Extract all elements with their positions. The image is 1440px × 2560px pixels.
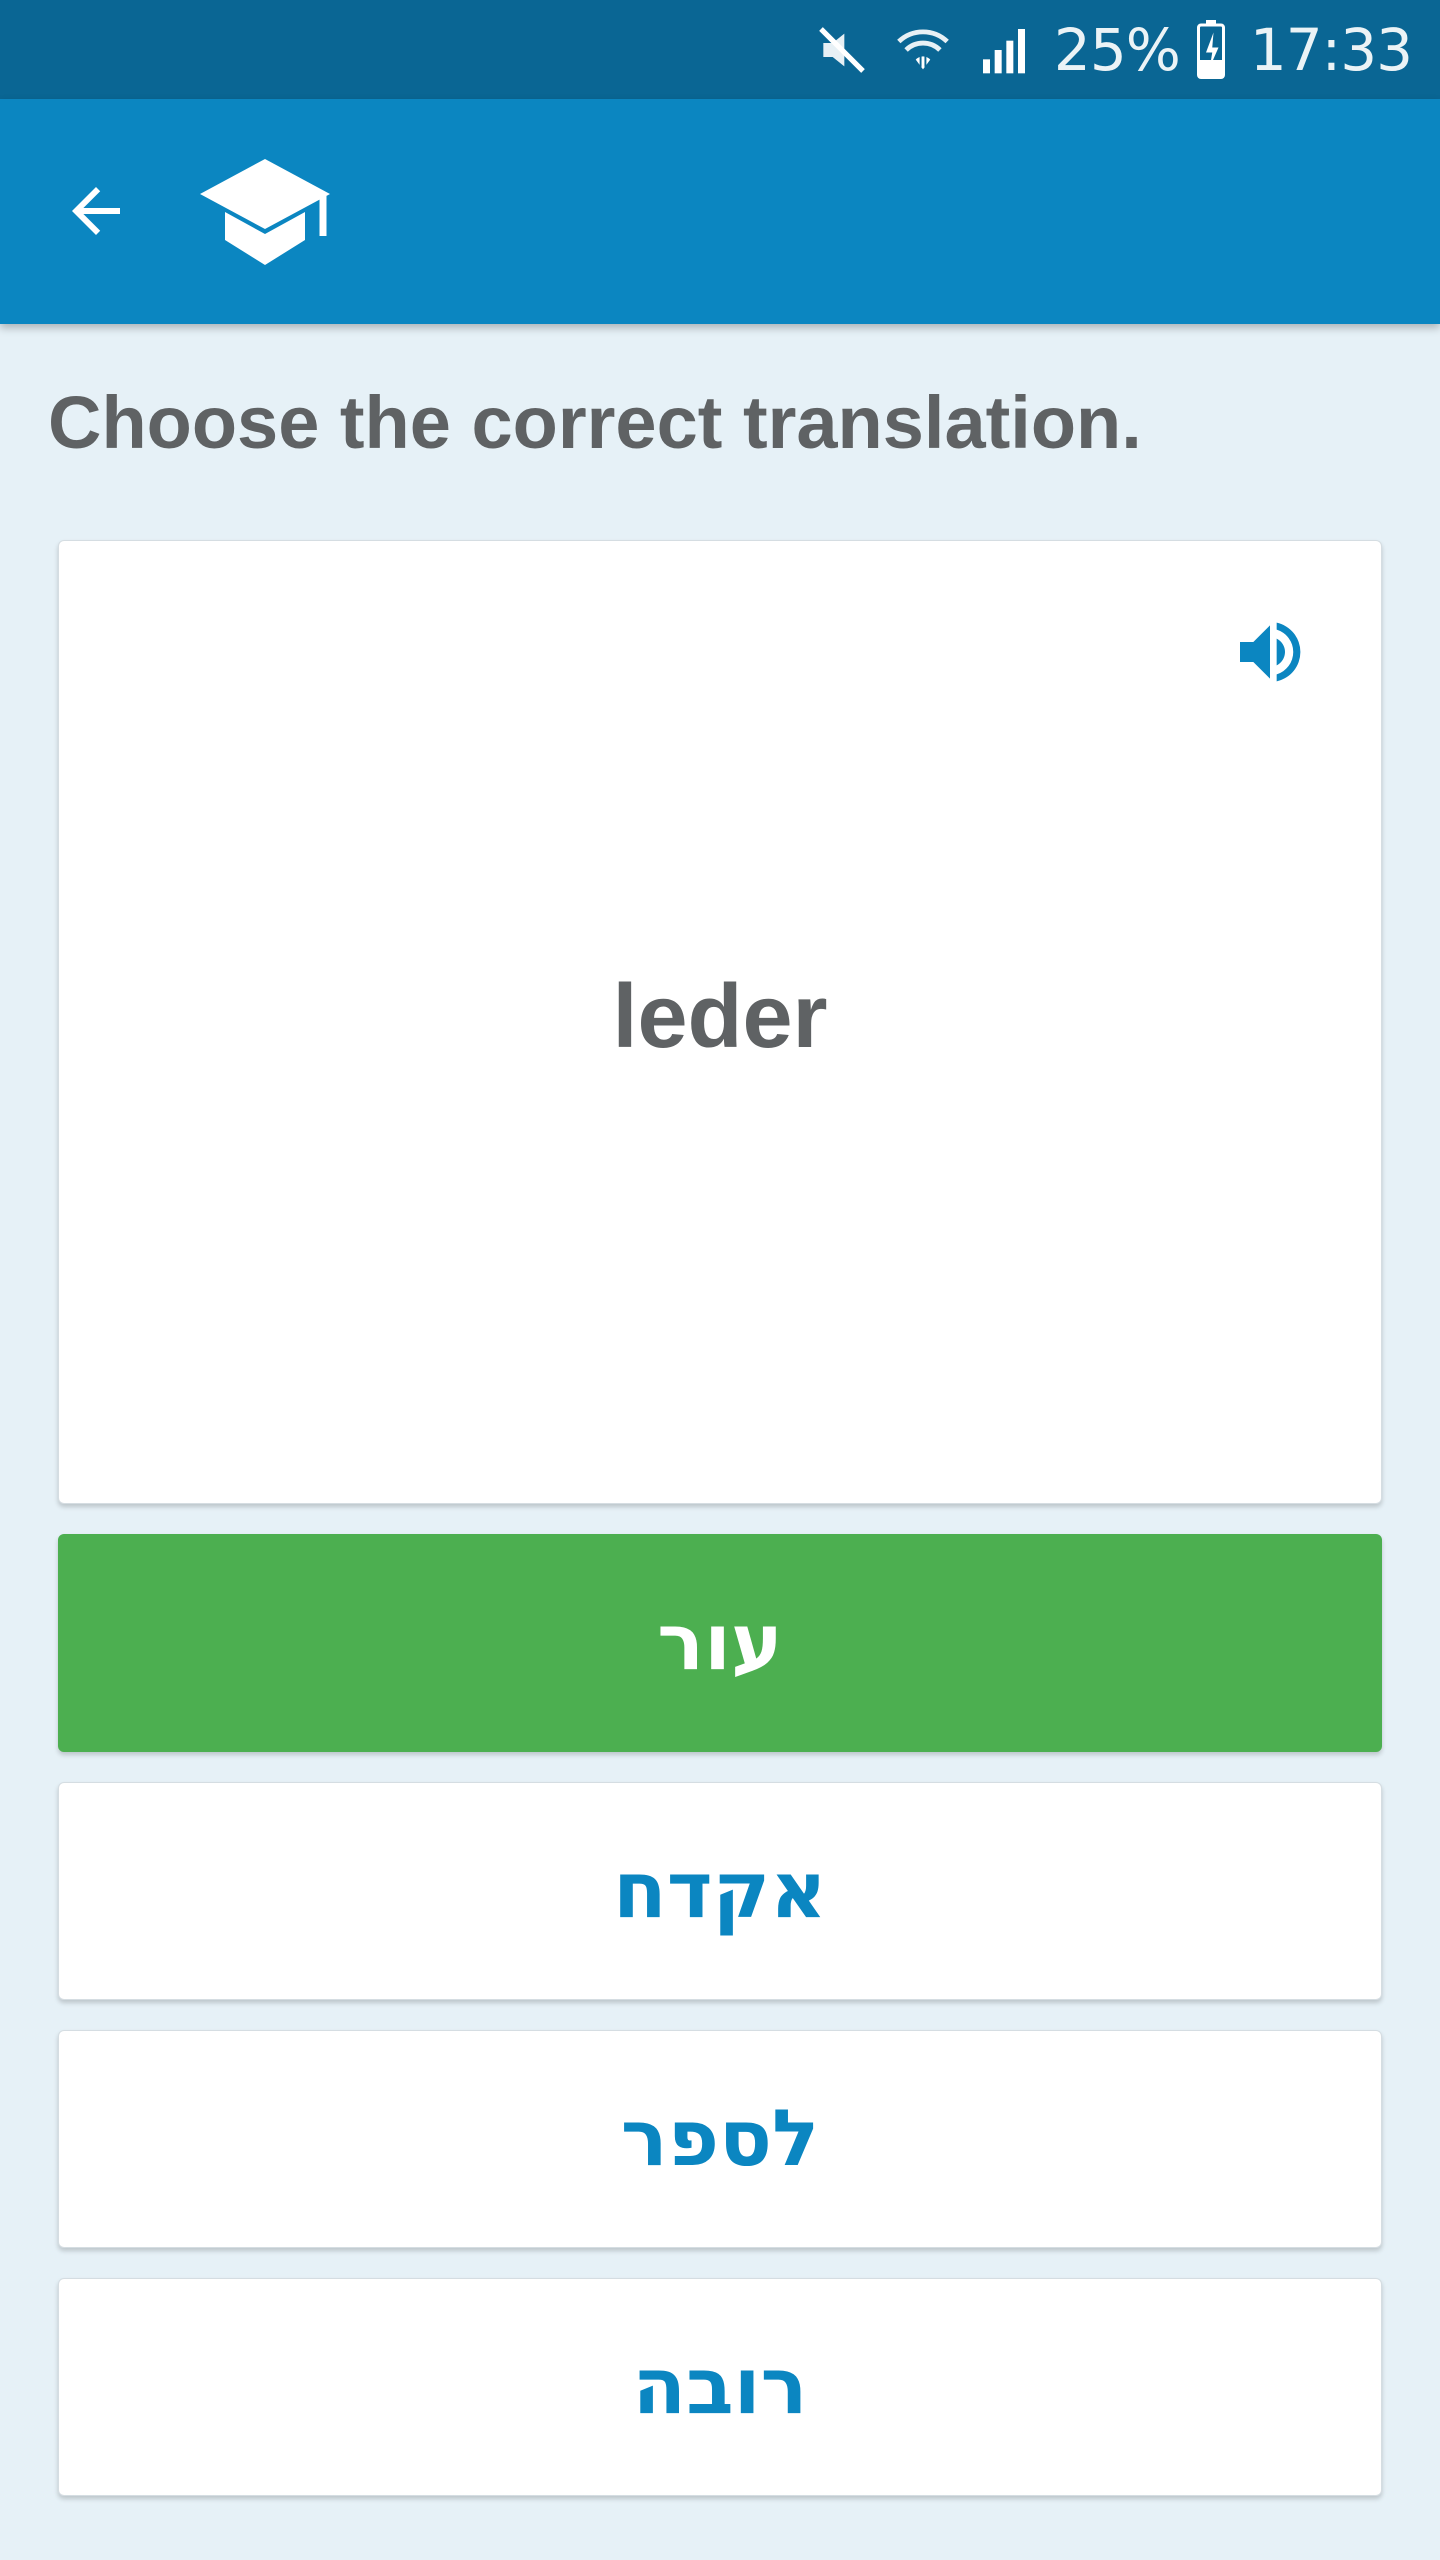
arrow-left-icon bbox=[72, 187, 120, 235]
answer-label: עור bbox=[657, 1598, 783, 1688]
play-audio-button[interactable] bbox=[1229, 611, 1311, 693]
status-bar: 25% 17:33 bbox=[0, 0, 1440, 99]
clock: 17:33 bbox=[1249, 15, 1413, 84]
app-bar bbox=[0, 99, 1440, 324]
answer-label: אקדח bbox=[613, 1846, 827, 1936]
answer-option-1[interactable]: עור bbox=[58, 1534, 1382, 1752]
mute-icon bbox=[814, 22, 870, 78]
answer-option-3[interactable]: לספר bbox=[58, 2030, 1382, 2248]
battery-percent: 25% bbox=[1053, 15, 1181, 84]
answer-option-4[interactable]: רובה bbox=[58, 2278, 1382, 2496]
instruction-text: Choose the correct translation. bbox=[48, 381, 1142, 464]
answer-option-2[interactable]: אקדח bbox=[58, 1782, 1382, 2000]
word-to-translate: leder bbox=[612, 967, 828, 1067]
battery-charging-icon bbox=[1194, 19, 1228, 80]
speaker-icon bbox=[1240, 622, 1301, 682]
answer-label: רובה bbox=[632, 2342, 808, 2432]
wifi-icon bbox=[892, 21, 954, 79]
back-button[interactable] bbox=[50, 165, 142, 257]
word-card: leder bbox=[58, 540, 1382, 1504]
graduation-cap-icon bbox=[195, 154, 335, 269]
signal-icon bbox=[976, 22, 1032, 78]
answer-label: לספר bbox=[620, 2094, 820, 2184]
